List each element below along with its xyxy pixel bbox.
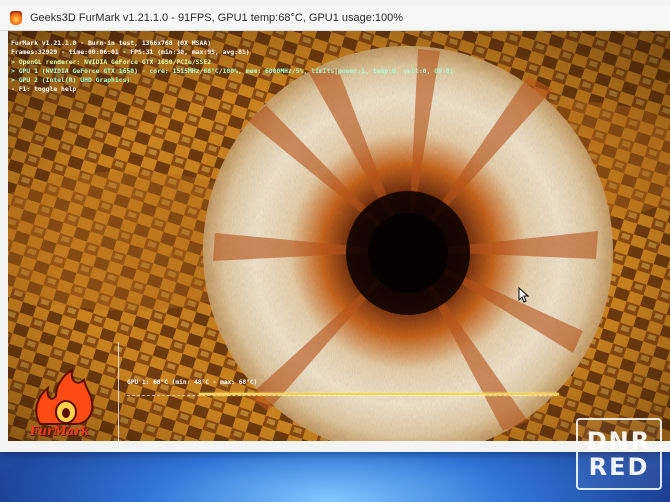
osd-renderer-line: > OpenGL renderer: NVIDIA GeForce GTX 16…: [11, 57, 212, 66]
logo-text: FurMark: [30, 424, 90, 438]
watermark-line-1: DNR: [586, 427, 652, 455]
flame-icon: [35, 368, 94, 425]
osd-help-line: - F1: toggle help: [11, 85, 77, 94]
osd-title-line: FurMark v1.21.1.0 - Burn-in test, 1366x7…: [11, 39, 212, 47]
graph-baseline: [127, 395, 557, 396]
render-viewport: FurMark v1.21.1.0 - Burn-in test, 1366x7…: [8, 31, 670, 441]
watermark-line-2: RED: [588, 453, 650, 481]
furmark-app-icon: [10, 11, 22, 25]
furmark-logo: FurMark: [26, 366, 106, 438]
graph-temperature-line: [199, 393, 559, 395]
title-bar[interactable]: Geeks3D FurMark v1.21.1.0 - 91FPS, GPU1 …: [0, 6, 670, 31]
window-title: Geeks3D FurMark v1.21.1.0 - 91FPS, GPU1 …: [30, 12, 404, 24]
mouse-cursor-icon: [518, 287, 530, 303]
temperature-graph: GPU 1: 68°C (min: 48°C - max: 68°C): [118, 342, 559, 441]
graph-label: GPU 1: 68°C (min: 48°C - max: 68°C): [127, 379, 258, 386]
watermark: DNR RED: [576, 418, 662, 490]
osd-gpu2-line: > GPU 2 (Intel(R) UHD Graphics): [11, 76, 131, 85]
osd-stats-line: Frames:32929 - time:00:06:01 - FPS:31 (m…: [11, 48, 250, 57]
osd-gpu1-line: > GPU 1 (NVIDIA GeForce GTX 1650) - core…: [11, 66, 454, 75]
benchmark-osd: FurMark v1.21.1.0 - Burn-in test, 1366x7…: [11, 39, 454, 95]
furmark-window[interactable]: Geeks3D FurMark v1.21.1.0 - 91FPS, GPU1 …: [0, 0, 670, 452]
